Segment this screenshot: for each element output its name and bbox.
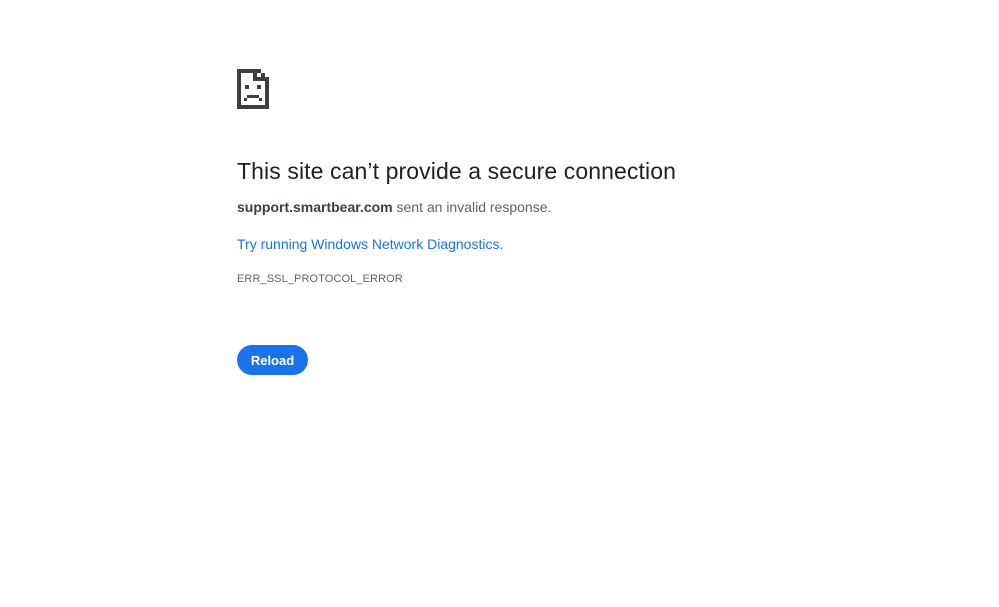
- suggestion-period: .: [499, 236, 504, 252]
- suggestion: Try running Windows Network Diagnostics.: [237, 234, 937, 254]
- sad-page-icon: [237, 69, 937, 109]
- error-code: ERR_SSL_PROTOCOL_ERROR: [237, 273, 403, 285]
- error-page: This site can’t provide a secure connect…: [0, 0, 999, 607]
- error-content: This site can’t provide a secure connect…: [237, 69, 937, 287]
- network-diagnostics-link[interactable]: Try running Windows Network Diagnostics: [237, 236, 499, 252]
- reload-button[interactable]: Reload: [237, 345, 308, 375]
- host-name: support.smartbear.com: [237, 199, 393, 215]
- page-title: This site can’t provide a secure connect…: [237, 158, 676, 184]
- error-summary: support.smartbear.com sent an invalid re…: [237, 197, 937, 217]
- summary-text: sent an invalid response.: [392, 199, 552, 215]
